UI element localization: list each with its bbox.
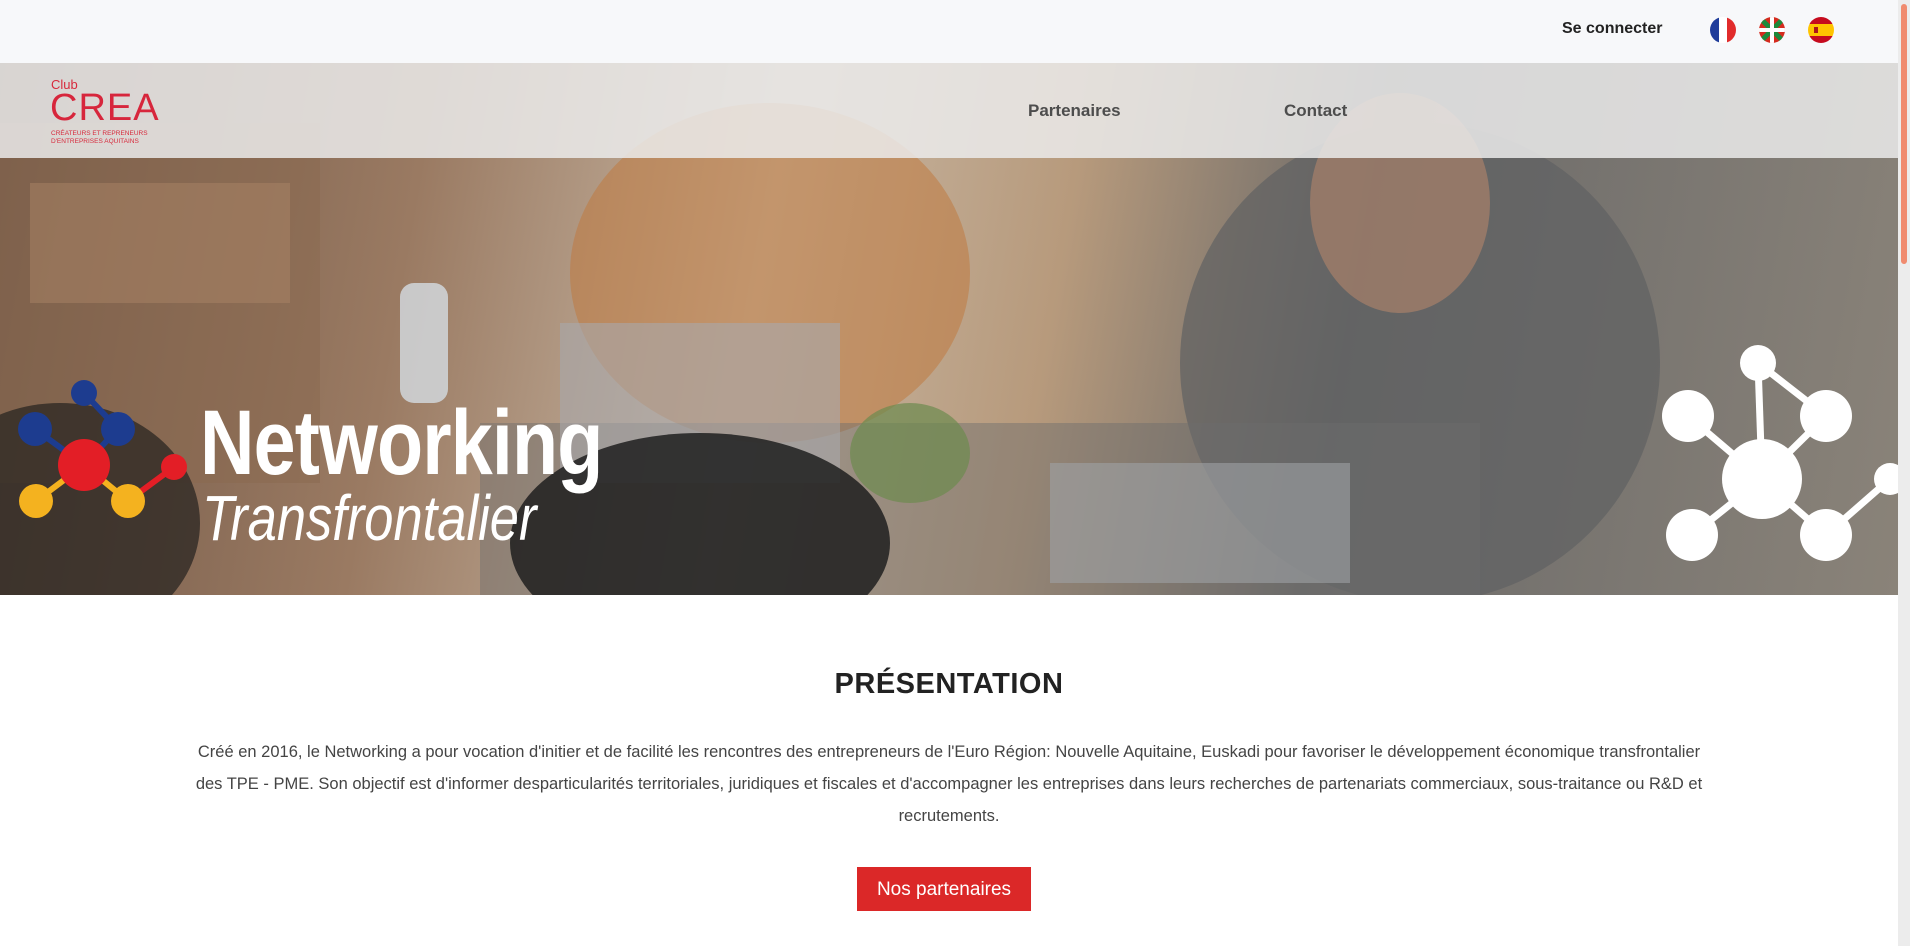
main-navbar: Club CREA CRÉATEURS ET REPRENEURS D'ENTR… — [0, 63, 1898, 158]
nav-contact[interactable]: Contact — [1284, 101, 1347, 121]
logo-crea-text: CREA — [50, 87, 160, 129]
logo-tagline-1: CRÉATEURS ET REPRENEURS — [51, 130, 148, 137]
basque-flag-icon[interactable] — [1759, 17, 1785, 43]
french-flag-icon[interactable] — [1710, 17, 1736, 43]
login-link[interactable]: Se connecter — [1562, 20, 1662, 38]
presentation-heading: PRÉSENTATION — [834, 668, 1064, 700]
spanish-flag-icon[interactable] — [1808, 17, 1834, 43]
nos-partenaires-button[interactable]: Nos partenaires — [857, 867, 1031, 911]
nav-partenaires[interactable]: Partenaires — [1028, 101, 1121, 121]
hero-banner: Club CREA CRÉATEURS ET REPRENEURS D'ENTR… — [0, 63, 1898, 595]
logo-tagline-2: D'ENTREPRISES AQUITAINS — [51, 138, 139, 145]
white-molecule-icon — [1662, 345, 1898, 561]
hero-subtitle: Transfrontalier — [202, 482, 537, 554]
presentation-text: Créé en 2016, le Networking a pour vocat… — [195, 743, 1703, 825]
scrollbar-thumb[interactable] — [1901, 4, 1907, 264]
molecule-logo-icon — [18, 380, 187, 518]
page-scrollbar[interactable] — [1898, 0, 1910, 946]
top-bar: Se connecter — [0, 0, 1898, 63]
